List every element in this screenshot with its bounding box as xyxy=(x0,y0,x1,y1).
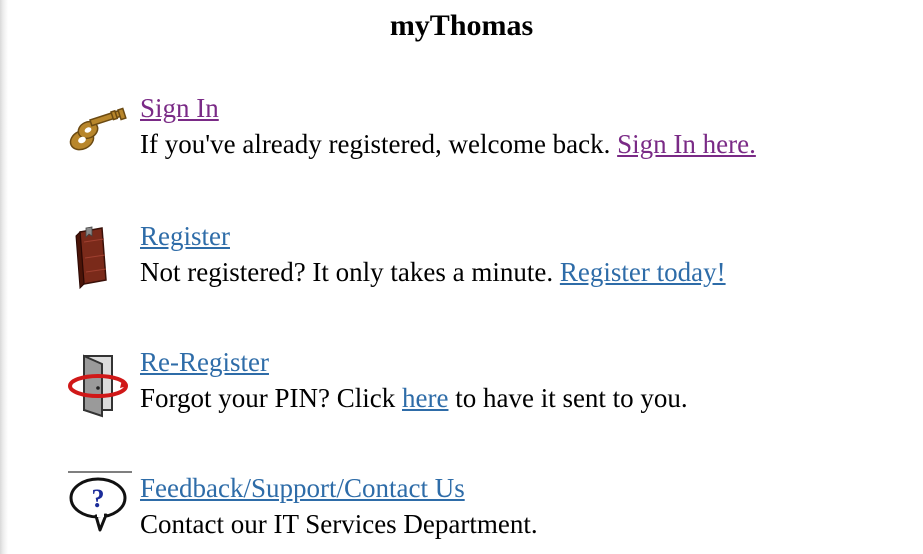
re-register-description-start: Forgot your PIN? Click xyxy=(140,383,402,413)
register-today-link[interactable]: Register today! xyxy=(560,257,726,287)
re-register-description-end: to have it sent to you. xyxy=(448,383,688,413)
page-title: myThomas xyxy=(389,9,534,42)
sign-in-text: Sign In If you've already registered, we… xyxy=(140,90,756,162)
re-register-section: Re-Register Forgot your PIN? Click here … xyxy=(66,344,906,424)
door-refresh-icon xyxy=(66,350,134,418)
left-border xyxy=(0,0,8,554)
feedback-text: Feedback/Support/Contact Us Contact our … xyxy=(140,470,538,542)
key-icon xyxy=(66,100,134,168)
re-register-heading-link[interactable]: Re-Register xyxy=(140,347,269,377)
register-heading-link[interactable]: Register xyxy=(140,221,230,251)
register-text: Register Not registered? It only takes a… xyxy=(140,218,726,290)
sign-in-description: If you've already registered, welcome ba… xyxy=(140,129,618,159)
svg-text:?: ? xyxy=(92,484,105,513)
re-register-text: Re-Register Forgot your PIN? Click here … xyxy=(140,344,688,416)
sign-in-section: Sign In If you've already registered, we… xyxy=(66,90,906,170)
feedback-section: ? Feedback/Support/Contact Us Contact ou… xyxy=(66,470,906,550)
book-icon xyxy=(66,222,134,290)
help-bubble-icon: ? xyxy=(66,470,134,538)
feedback-description: Contact our IT Services Department. xyxy=(140,509,538,539)
register-description: Not registered? It only takes a minute. xyxy=(140,257,560,287)
here-link[interactable]: here xyxy=(402,383,448,413)
feedback-heading-link[interactable]: Feedback/Support/Contact Us xyxy=(140,473,465,503)
sign-in-here-link[interactable]: Sign In here. xyxy=(617,129,756,159)
register-section: Register Not registered? It only takes a… xyxy=(66,218,906,298)
sign-in-heading-link[interactable]: Sign In xyxy=(140,93,219,123)
